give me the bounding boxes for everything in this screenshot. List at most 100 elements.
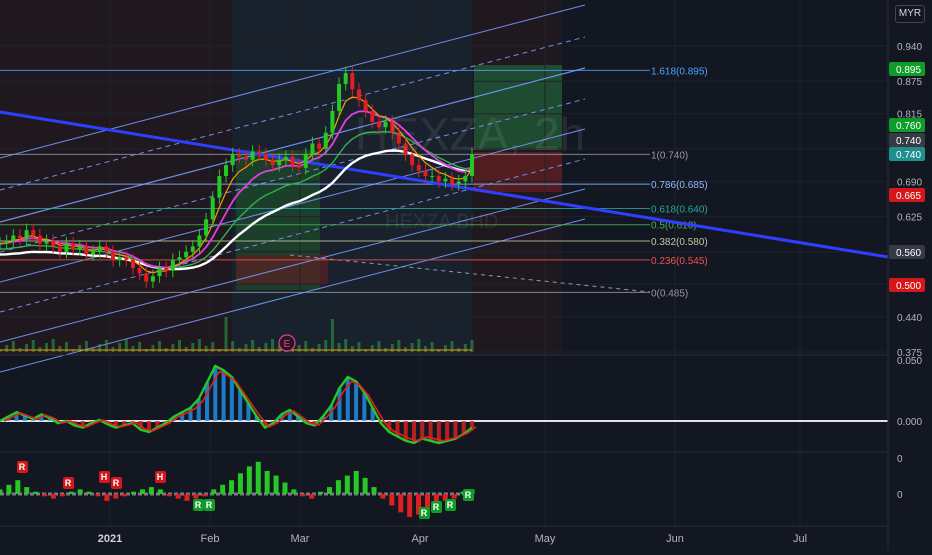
candle-body [117, 257, 122, 260]
price-tag-label: 0.500 [896, 281, 921, 292]
chart-canvas[interactable]: 1.618(0.895) 1(0.740) 0.786(0.685) 0.618(0.… [0, 0, 932, 550]
candle-body [44, 240, 49, 244]
osc-bar [420, 421, 425, 439]
candle-body [197, 235, 202, 247]
candle-body [423, 170, 428, 176]
volume-bar [131, 346, 135, 352]
osc-bar [196, 399, 201, 421]
candle-body [450, 178, 455, 185]
volume-bar [45, 343, 49, 352]
momentum-bar [50, 494, 56, 499]
volume-bar [58, 346, 62, 352]
candle-body [443, 178, 448, 182]
volume-bar [224, 317, 228, 352]
volume-bar [78, 345, 82, 352]
candle-body [243, 157, 248, 160]
momentum-bar [327, 487, 333, 494]
candle-body [37, 235, 42, 244]
candle-body [24, 230, 29, 239]
candle-body [104, 246, 109, 252]
candle-body [137, 268, 142, 274]
candle-body [230, 154, 235, 166]
candle-body [170, 259, 175, 271]
momentum-bar [309, 494, 315, 499]
candle-body [277, 159, 282, 166]
volume-bar [410, 343, 414, 352]
signal-marker-label: R [447, 500, 454, 510]
volume-bar [463, 344, 467, 352]
osc-bar [229, 377, 234, 421]
momentum-bar [139, 489, 145, 494]
signal-marker-label: H [157, 472, 164, 482]
signal-marker-label: R [19, 462, 26, 472]
volume-bar [151, 345, 155, 352]
volume-bar [98, 344, 102, 352]
candle-body [51, 240, 56, 247]
volume-bar [191, 343, 195, 352]
signal-marker-label: R [65, 478, 72, 488]
trading-chart[interactable]: 1.618(0.895) 1(0.740) 0.786(0.685) 0.618(0.… [0, 0, 932, 550]
momentum-bar [113, 494, 119, 499]
candle-body [436, 175, 441, 182]
candle-body [356, 89, 361, 101]
volume-bar [423, 346, 427, 352]
currency-label[interactable]: MYR [895, 5, 925, 23]
candle-body [124, 257, 129, 260]
time-tick-label: Jun [666, 533, 684, 545]
momentum-bar [246, 466, 252, 494]
candle-body [150, 276, 155, 282]
osc-bar [238, 390, 243, 421]
momentum-bar [264, 471, 270, 494]
candle-body [270, 159, 275, 166]
osc-bar [213, 366, 218, 421]
candle-body [177, 257, 182, 260]
candle-body [84, 246, 89, 255]
svg-text:E: E [284, 339, 291, 350]
momentum-bar [77, 489, 83, 494]
volume-bar [350, 346, 354, 352]
momentum-bar [344, 475, 350, 494]
price-tick-label: 0.440 [897, 313, 922, 324]
price-tick-label: 0.690 [897, 177, 922, 188]
price-tag-label: 0.895 [896, 65, 921, 76]
candle-body [416, 165, 421, 171]
momentum-bar [451, 494, 457, 499]
candle-body [323, 132, 328, 149]
osc-bar [445, 421, 450, 441]
candle-body [330, 110, 335, 133]
momentum-bar [380, 494, 386, 499]
momentum-bar [255, 461, 261, 494]
osc-bar [453, 421, 458, 439]
volume-bar [5, 345, 9, 352]
time-tick-label: Apr [411, 533, 428, 545]
osc-bar [354, 381, 359, 421]
signal-marker-label: R [433, 502, 440, 512]
momentum-bar [193, 494, 199, 499]
signal-marker-label: R [195, 500, 202, 510]
candle-body [144, 273, 149, 282]
candle-body [64, 243, 69, 252]
volume-bar [390, 344, 394, 352]
signal-marker-label: R [421, 508, 428, 518]
volume-bar [118, 343, 122, 352]
candle-body [204, 219, 209, 236]
momentum-bar [300, 494, 306, 497]
momentum-bar [24, 487, 30, 494]
volume-bar [317, 344, 321, 352]
time-tick-label: Jul [793, 533, 807, 545]
volume-bar [171, 344, 175, 352]
candle-body [297, 165, 302, 168]
candle-body [290, 157, 295, 166]
earnings-marker[interactable]: E [278, 334, 296, 352]
momentum-bar [148, 487, 154, 494]
momentum-bar [42, 494, 48, 497]
price-tag-label: 0.760 [896, 121, 921, 132]
momentum-bar [291, 489, 297, 494]
candle-body [31, 230, 36, 236]
momentum-bar [353, 471, 359, 494]
fib-level-label: 1(0.740) [651, 150, 688, 161]
momentum-bar [318, 491, 324, 494]
signal-marker-label: R [206, 500, 213, 510]
signal-marker-label: R [113, 478, 120, 488]
momentum-bar [202, 494, 208, 497]
